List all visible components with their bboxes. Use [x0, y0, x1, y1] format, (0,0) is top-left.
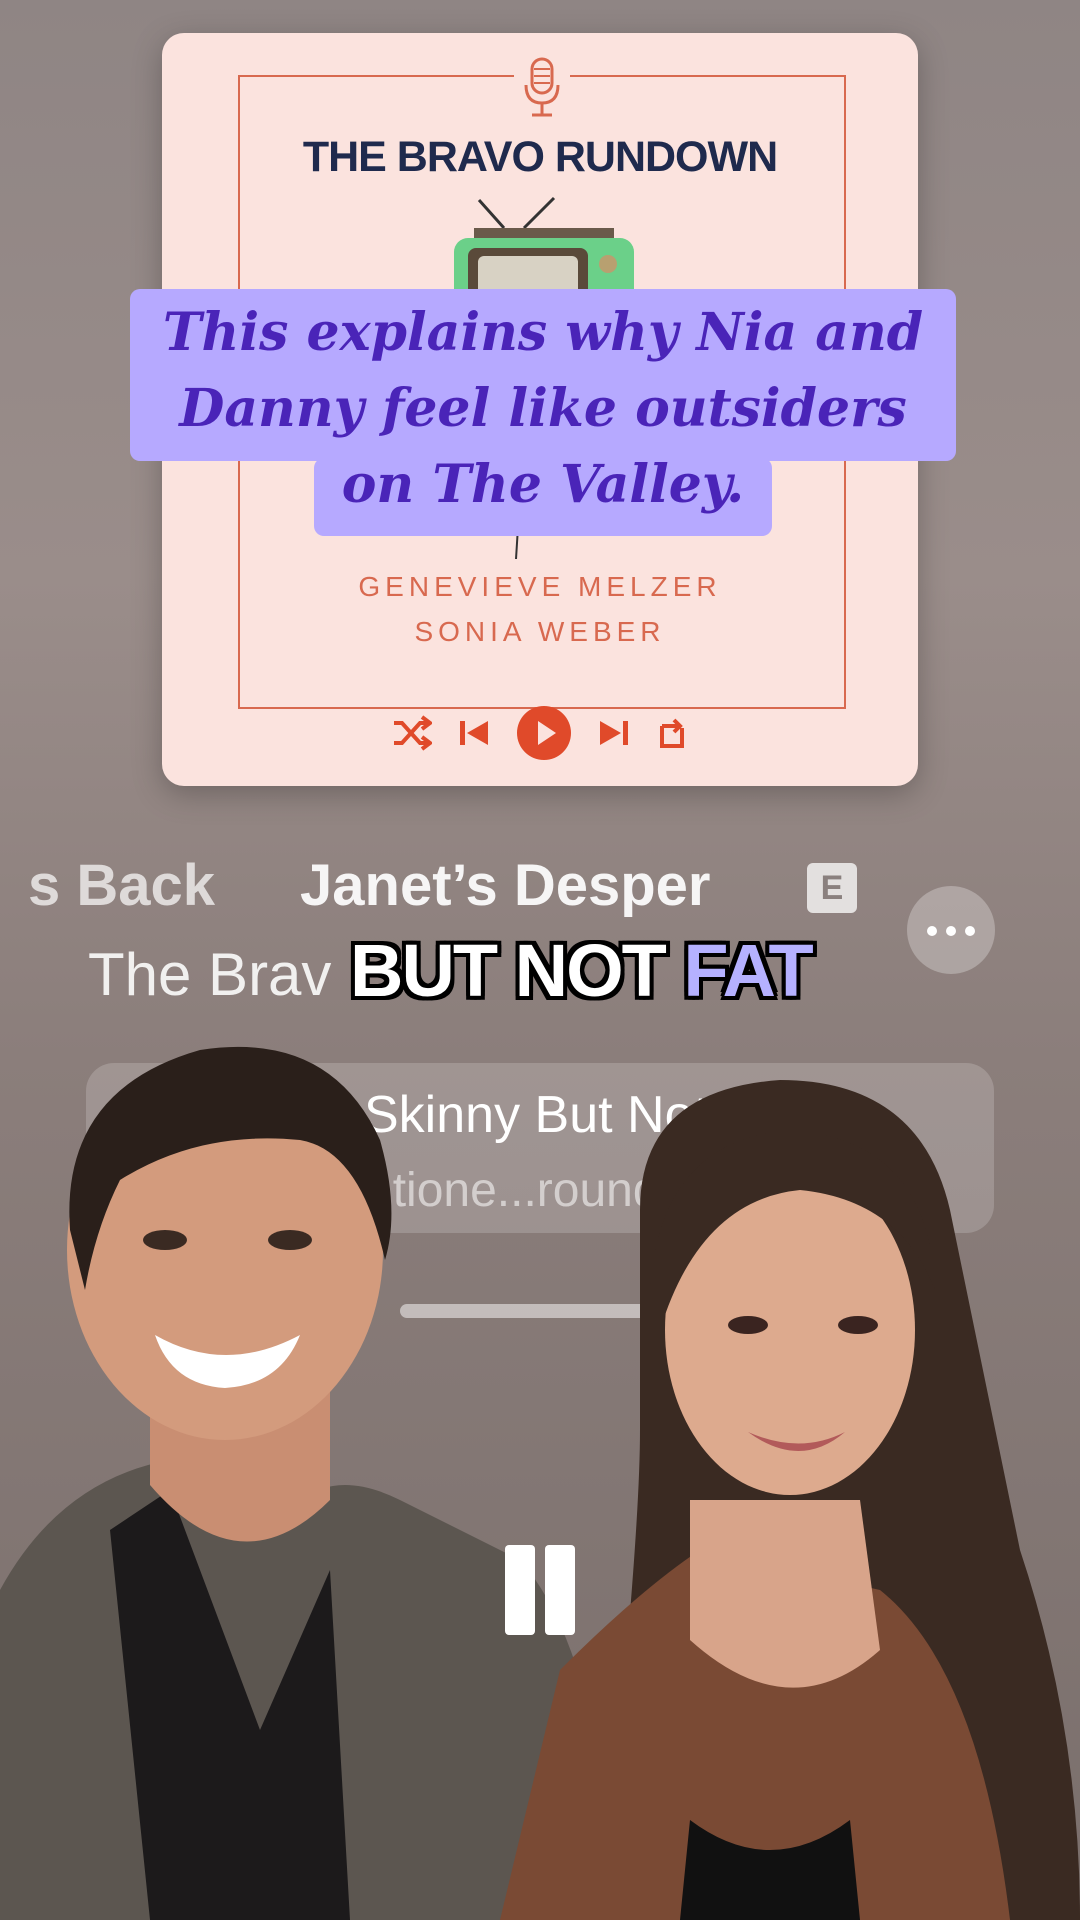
caption-line-1: This explains why Nia and — [162, 302, 924, 363]
artwork-controls — [162, 705, 918, 761]
artwork-title: THE BRAVO RUNDOWN — [302, 133, 778, 181]
subtitle-word: BUT NOT — [350, 929, 667, 1012]
previous-icon — [460, 721, 488, 745]
caption-line-3: on The Valley. — [341, 454, 745, 515]
show-name[interactable]: The Brav — [88, 940, 331, 1009]
next-icon — [600, 721, 628, 745]
play-icon — [517, 706, 571, 760]
shuffle-icon — [394, 715, 432, 751]
host-name-2: SONIA WEBER — [414, 616, 666, 647]
subtitle-highlight-word: FAT — [683, 929, 813, 1012]
episode-title[interactable]: Janet’s Desper — [300, 852, 711, 919]
couple-photo — [0, 1046, 1080, 1920]
repeat-icon — [660, 718, 684, 748]
pause-icon[interactable] — [500, 1545, 580, 1635]
episode-title-previous: s Back — [28, 853, 216, 918]
ellipsis-icon — [927, 926, 937, 936]
host-name-1: GENEVIEVE MELZER — [358, 571, 722, 602]
explicit-badge: E — [807, 863, 857, 913]
subtitle-caption: BUT NOT FAT — [350, 928, 814, 1013]
caption-line-2: Danny feel like outsiders — [179, 378, 907, 439]
microphone-icon — [524, 57, 560, 117]
more-options-button[interactable] — [907, 886, 995, 974]
